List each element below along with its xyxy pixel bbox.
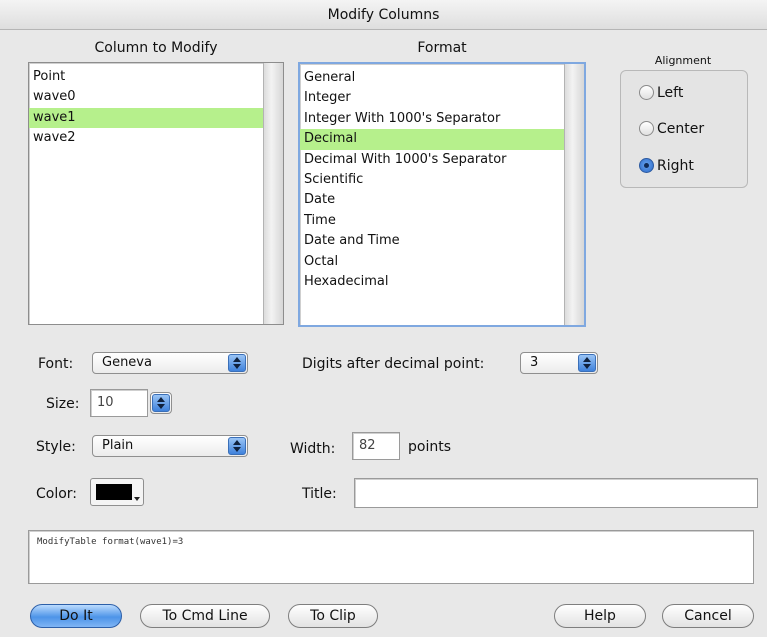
format-item-decimal[interactable]: Decimal (300, 129, 564, 150)
dropdown-triangle-icon (134, 497, 140, 501)
format-item-general[interactable]: General (300, 68, 584, 88)
chevron-updown-icon (228, 354, 246, 372)
title-label: Title: (302, 486, 337, 502)
digits-value: 3 (530, 355, 539, 370)
to-cmd-line-button[interactable]: To Cmd Line (140, 604, 270, 628)
alignment-heading: Alignment (654, 54, 712, 67)
chevron-updown-icon (228, 437, 246, 455)
alignment-left-label: Left (657, 85, 684, 101)
color-swatch (96, 484, 132, 500)
digits-popup[interactable]: 3 (520, 352, 598, 374)
font-label: Font: (38, 356, 74, 372)
width-unit: points (408, 439, 451, 455)
format-item-date-and-time[interactable]: Date and Time (300, 231, 584, 251)
column-to-modify-heading: Column to Modify (94, 40, 218, 56)
alignment-group: Left Center Right (620, 70, 748, 188)
format-heading: Format (417, 40, 467, 56)
column-list[interactable]: Point wave0 wave1 wave2 (28, 62, 284, 325)
title-field[interactable] (354, 478, 758, 508)
chevron-updown-icon (578, 354, 596, 372)
alignment-left-option[interactable]: Left (639, 82, 683, 104)
width-label: Width: (290, 441, 336, 457)
format-item-integer[interactable]: Integer (300, 88, 584, 108)
window-title: Modify Columns (0, 0, 767, 30)
style-value: Plain (102, 438, 134, 453)
size-stepper[interactable] (150, 392, 172, 414)
color-well[interactable] (90, 478, 144, 506)
format-list[interactable]: General Integer Integer With 1000's Sepa… (298, 62, 586, 327)
format-item-time[interactable]: Time (300, 211, 584, 231)
column-item-wave0[interactable]: wave0 (29, 87, 283, 107)
font-value: Geneva (102, 355, 152, 370)
radio-center[interactable] (639, 121, 654, 136)
format-list-scrollbar[interactable] (564, 64, 584, 325)
command-preview: ModifyTable format(wave1)=3 (28, 530, 754, 584)
column-item-wave1[interactable]: wave1 (29, 107, 263, 129)
help-button[interactable]: Help (554, 604, 646, 628)
format-item-date[interactable]: Date (300, 190, 584, 210)
font-popup[interactable]: Geneva (92, 352, 248, 374)
digits-label: Digits after decimal point: (302, 356, 485, 372)
size-label: Size: (46, 396, 80, 412)
column-item-wave2[interactable]: wave2 (29, 128, 283, 148)
cancel-button[interactable]: Cancel (662, 604, 754, 628)
size-field[interactable]: 10 (90, 389, 148, 417)
style-popup[interactable]: Plain (92, 435, 248, 457)
do-it-button[interactable]: Do It (30, 604, 122, 628)
color-label: Color: (36, 486, 78, 502)
alignment-center-option[interactable]: Center (639, 118, 704, 140)
format-item-hexadecimal[interactable]: Hexadecimal (300, 272, 584, 292)
column-list-scrollbar[interactable] (263, 63, 283, 324)
column-item-point[interactable]: Point (29, 67, 283, 87)
width-field[interactable]: 82 (352, 432, 400, 460)
format-item-decimal-1000s[interactable]: Decimal With 1000's Separator (300, 150, 584, 170)
format-item-octal[interactable]: Octal (300, 252, 584, 272)
format-item-scientific[interactable]: Scientific (300, 170, 584, 190)
alignment-right-label: Right (657, 158, 694, 174)
radio-left[interactable] (639, 85, 654, 100)
to-clip-button[interactable]: To Clip (288, 604, 378, 628)
style-label: Style: (36, 439, 76, 455)
alignment-right-option[interactable]: Right (639, 155, 694, 177)
chevron-updown-icon (152, 394, 170, 412)
format-item-integer-1000s[interactable]: Integer With 1000's Separator (300, 109, 584, 129)
alignment-center-label: Center (657, 121, 705, 137)
radio-right[interactable] (639, 158, 654, 173)
